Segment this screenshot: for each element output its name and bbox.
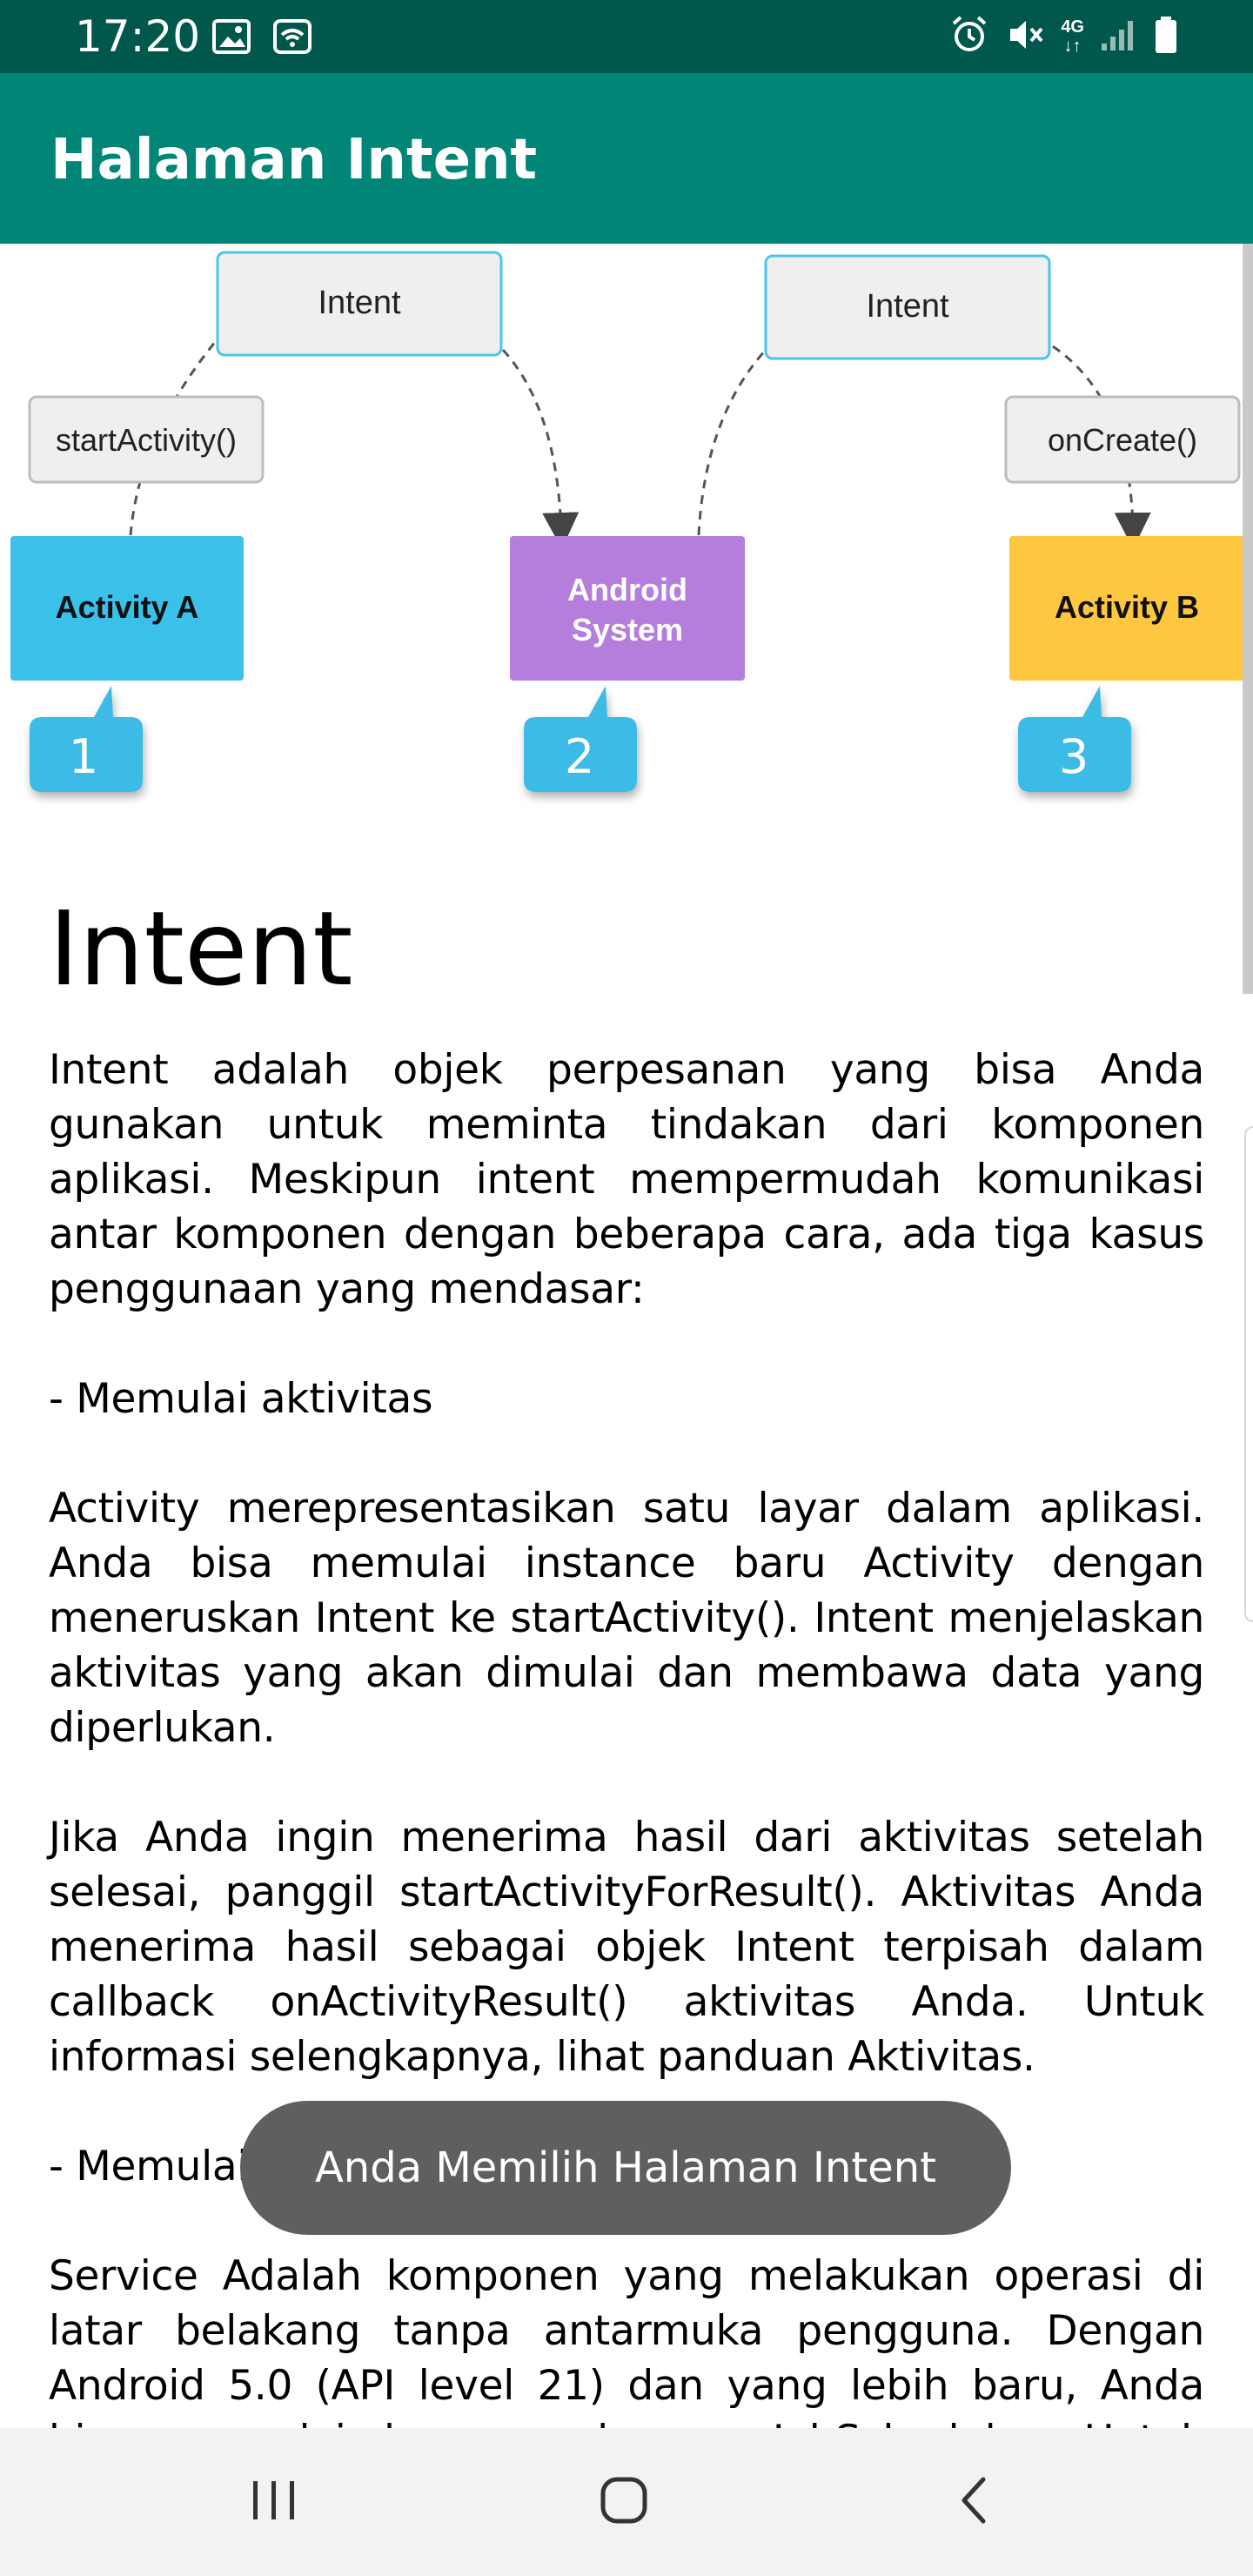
step-badge-1: 1	[30, 686, 143, 792]
alarm-icon	[949, 15, 989, 59]
status-time: 17:20	[75, 11, 201, 62]
back-button[interactable]	[935, 2463, 1013, 2541]
content-heading: Intent	[49, 889, 353, 1009]
intent-label-left: Intent	[318, 285, 401, 321]
connector-system-to-intent	[697, 348, 767, 536]
toast: Anda Memilih Halaman Intent	[240, 2101, 1011, 2235]
home-button[interactable]	[585, 2463, 663, 2541]
signal-icon	[1100, 17, 1138, 57]
android-system-box: Android System	[510, 536, 745, 681]
on-create-label: onCreate()	[1048, 422, 1197, 458]
step-badge-2-label: 2	[565, 729, 594, 784]
activity-b-box: Activity B	[1009, 536, 1244, 681]
android-system-label-line1: Android	[567, 572, 687, 607]
battery-icon	[1154, 16, 1178, 58]
paragraph-activity: Activity merepresentasikan satu layar da…	[49, 1485, 1204, 1752]
recents-icon	[248, 2476, 300, 2529]
on-create-box: onCreate()	[1004, 395, 1241, 484]
app-bar: Halaman Intent	[0, 73, 1253, 244]
activity-a-label: Activity A	[56, 589, 199, 625]
paragraph-service: Service Adalah komponen yang melakukan o…	[49, 2252, 1204, 2428]
network-4g-icon: 4G ↓↑	[1061, 17, 1084, 56]
intent-label-right: Intent	[866, 288, 949, 325]
app-title: Halaman Intent	[50, 128, 538, 192]
start-activity-label: startActivity()	[56, 422, 237, 458]
image-icon	[212, 19, 251, 58]
step-badge-1-label: 1	[69, 729, 98, 784]
navigation-bar	[0, 2428, 1253, 2576]
activity-b-label: Activity B	[1055, 589, 1199, 625]
network-label: 4G	[1061, 17, 1084, 37]
intent-diagram: Intent Intent startActivity() onCreate()…	[10, 251, 1244, 792]
android-system-label-line2: System	[572, 612, 683, 647]
home-icon	[598, 2474, 650, 2531]
mute-icon	[1005, 15, 1045, 59]
wifi-icon	[273, 19, 312, 58]
start-activity-box: startActivity()	[28, 395, 265, 484]
status-bar: 17:20 4G ↓↑	[0, 0, 1253, 73]
back-icon	[952, 2474, 995, 2531]
paragraph-start-activity-heading: - Memulai aktivitas	[49, 1375, 433, 1423]
edge-panel-handle[interactable]	[1244, 1126, 1253, 1622]
intent-box-left: Intent	[216, 251, 503, 357]
intent-box-right: Intent	[764, 254, 1051, 360]
step-badge-2: 2	[524, 686, 637, 792]
paragraph-activity-result: Jika Anda ingin menerima hasil dari akti…	[49, 1814, 1204, 2081]
scrollbar[interactable]	[1243, 244, 1253, 994]
status-right-icons: 4G ↓↑	[949, 12, 1178, 61]
activity-a-box: Activity A	[10, 536, 244, 681]
toast-text: Anda Memilih Halaman Intent	[314, 2143, 937, 2192]
paragraph-intro: Intent adalah objek perpesanan yang bisa…	[49, 1046, 1204, 1313]
step-badge-3-label: 3	[1059, 729, 1089, 784]
connector-intent-to-system	[501, 348, 580, 549]
step-badge-3: 3	[1018, 686, 1131, 792]
recents-button[interactable]	[235, 2463, 313, 2541]
